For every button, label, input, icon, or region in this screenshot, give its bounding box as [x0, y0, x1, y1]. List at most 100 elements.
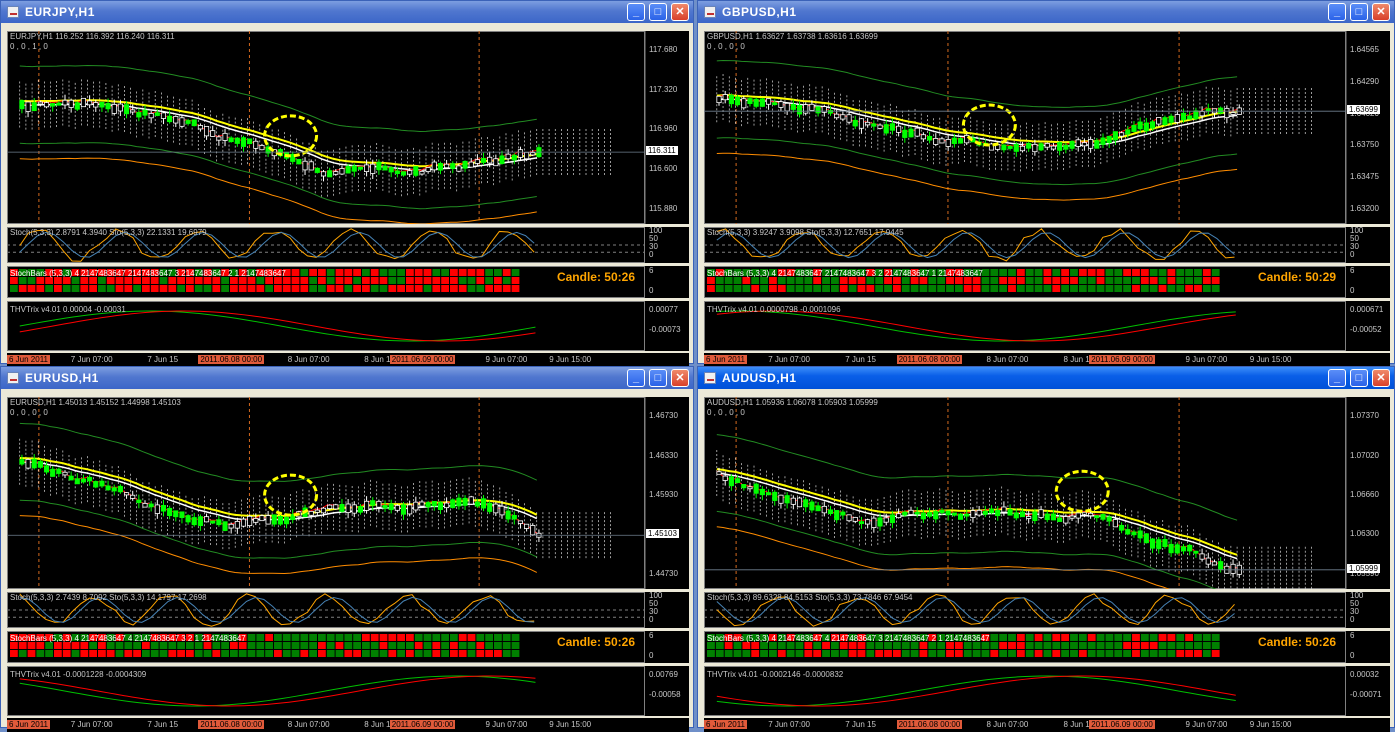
maximize-button[interactable]: □: [649, 369, 667, 387]
current-price-tag: 116.311: [646, 146, 678, 156]
window-titlebar[interactable]: AUDUSD,H1 _ □ ✕: [698, 367, 1394, 389]
stochbars-label: StochBars (5,3,3) 4 2147483647 4 2147483…: [707, 634, 990, 643]
minimize-button[interactable]: _: [627, 369, 645, 387]
window-title: AUDUSD,H1: [722, 371, 797, 385]
price-axis-tick: 1.45930: [649, 489, 678, 499]
stochastic-panel[interactable]: Stoch(5,3,3) 3.9247 3.9098 Sto(5,3,3) 12…: [704, 227, 1390, 263]
price-chart[interactable]: EURJPY,H1 116.252 116.392 116.240 116.31…: [7, 31, 689, 224]
time-axis-label: 6 Jun 2011: [704, 355, 747, 364]
time-axis: 6 Jun 2011 7 Jun 07:00 7 Jun 15 2011.06.08 …: [704, 353, 1390, 367]
stochastic-label: Stoch(5,3,3) 89.6328 84.5153 Sto(5,3,3) …: [707, 593, 913, 602]
price-chart[interactable]: AUDUSD,H1 1.05936 1.06078 1.05903 1.0599…: [704, 397, 1390, 589]
stochastic-axis-tick: 0: [1350, 250, 1355, 259]
chart-window-eurjpy[interactable]: EURJPY,H1 _ □ ✕ EURJPY,H1 116.252 116.392 11…: [0, 0, 694, 367]
time-axis-label: 8 Jun 07:00: [287, 355, 330, 364]
stochastic-label: Stoch(5,3,3) 3.9247 3.9098 Sto(5,3,3) 12…: [707, 228, 904, 237]
chart-header: AUDUSD,H1 1.05936 1.06078 1.05903 1.0599…: [707, 398, 878, 407]
window-titlebar[interactable]: GBPUSD,H1 _ □ ✕: [698, 1, 1394, 23]
price-axis-tick: 1.63475: [1350, 171, 1379, 181]
trix-label: THVTrix v4.01 0.0000798 -0.0001096: [707, 305, 841, 314]
chart-window-audusd[interactable]: AUDUSD,H1 _ □ ✕ AUDUSD,H1 1.05936 1.06078 1.…: [697, 366, 1395, 732]
minimize-button[interactable]: _: [1328, 3, 1346, 21]
price-axis-tick: 1.64290: [1350, 76, 1379, 86]
window-title: EURJPY,H1: [25, 5, 95, 19]
chart-window-icon: [704, 6, 716, 18]
stochbars-label: StochBars (5,3,3) 4 2147483647 214748364…: [707, 269, 983, 278]
stochbars-panel[interactable]: StochBars (5,3,3) 4 2147483647 214748364…: [7, 266, 689, 298]
price-axis-tick: 1.07370: [1350, 411, 1379, 421]
chart-header: GBPUSD,H1 1.63627 1.63738 1.63616 1.6369…: [707, 32, 878, 41]
time-axis-label: 9 Jun 07:00: [485, 355, 528, 364]
time-axis-label: 9 Jun 15:00: [1249, 355, 1292, 364]
stochastic-panel[interactable]: Stoch(5,3,3) 2.7439 8.7092 Sto(5,3,3) 14…: [7, 592, 689, 628]
time-axis: 6 Jun 2011 7 Jun 07:00 7 Jun 15 2011.06.08 …: [7, 353, 689, 367]
time-axis: 6 Jun 2011 7 Jun 07:00 7 Jun 15 2011.06.08 …: [7, 718, 689, 732]
current-price-tag: 1.45103: [646, 529, 679, 539]
window-titlebar[interactable]: EURUSD,H1 _ □ ✕: [1, 367, 693, 389]
time-axis-label: 9 Jun 15:00: [549, 355, 592, 364]
price-chart[interactable]: GBPUSD,H1 1.63627 1.63738 1.63616 1.6369…: [704, 31, 1390, 224]
maximize-button[interactable]: □: [649, 3, 667, 21]
stochbars-label: StochBars (5,3,3) 4 2147483647 214748364…: [10, 269, 286, 278]
stochbars-axis-tick: 6: [1350, 631, 1355, 640]
current-price-tag: 1.63699: [1347, 105, 1380, 115]
stochbars-panel[interactable]: StochBars (5,3,3) 4 2147483647 4 2147483…: [704, 631, 1390, 663]
time-axis-label: 2011.06.08 00:00: [198, 355, 265, 364]
price-axis-tick: 1.63200: [1350, 203, 1379, 213]
trix-label: THVTrix v4.01 -0.0002146 -0.0000832: [707, 670, 844, 679]
stochbars-panel[interactable]: StochBars (5,3,3) 4 2147483647 4 2147483…: [7, 631, 689, 663]
stochbars-axis-tick: 0: [649, 286, 654, 295]
trix-panel[interactable]: THVTrix v4.01 0.0000798 -0.0001096 0.0006…: [704, 301, 1390, 351]
trix-axis-tick: 0.00032: [1350, 670, 1379, 679]
close-button[interactable]: ✕: [1372, 3, 1390, 21]
time-axis-label: 2011.06.09 00:00: [389, 355, 456, 364]
current-price-tag: 1.05999: [1347, 563, 1380, 573]
trix-panel[interactable]: THVTrix v4.01 0.00004 -0.00031 0.00077 -0.…: [7, 301, 689, 351]
price-axis-tick: 1.63750: [1350, 140, 1379, 150]
chart-window-eurusd[interactable]: EURUSD,H1 _ □ ✕ EURUSD,H1 1.45013 1.45152 1.…: [0, 366, 694, 732]
trix-label: THVTrix v4.01 -0.0001228 -0.0004309: [10, 670, 147, 679]
window-title: GBPUSD,H1: [722, 5, 797, 19]
stochastic-label: Stoch(5,3,3) 2.8791 4.3940 Sto(5,3,3) 22…: [10, 228, 207, 237]
candle-timer: Candle: 50:29: [1257, 270, 1336, 284]
time-axis-label: 6 Jun 2011: [7, 355, 50, 364]
minimize-button[interactable]: _: [1328, 369, 1346, 387]
trix-panel[interactable]: THVTrix v4.01 -0.0002146 -0.0000832 0.000…: [704, 666, 1390, 716]
trix-axis-tick: -0.00073: [649, 325, 681, 334]
time-axis-label: 7 Jun 15: [845, 355, 876, 364]
window-titlebar[interactable]: EURJPY,H1 _ □ ✕: [1, 1, 693, 23]
minimize-button[interactable]: _: [627, 3, 645, 21]
maximize-button[interactable]: □: [1350, 3, 1368, 21]
price-axis-tick: 1.46730: [649, 411, 678, 421]
trix-panel[interactable]: THVTrix v4.01 -0.0001228 -0.0004309 0.007…: [7, 666, 689, 716]
stochbars-axis-tick: 0: [649, 651, 654, 660]
chart-window-icon: [704, 372, 716, 384]
time-axis-label: 8 Jun 07:00: [986, 355, 1029, 364]
stochastic-axis-tick: 0: [649, 250, 654, 259]
chart-subheader: 0 , 0 , 0 , 0: [707, 408, 745, 417]
chart-header: EURUSD,H1 1.45013 1.45152 1.44998 1.4510…: [10, 398, 181, 407]
price-axis-tick: 115.880: [649, 203, 678, 213]
chart-window-gbpusd[interactable]: GBPUSD,H1 _ □ ✕ GBPUSD,H1 1.63627 1.63738 1.…: [697, 0, 1395, 367]
trix-axis-tick: -0.00052: [1350, 325, 1382, 334]
price-axis-tick: 117.320: [649, 84, 678, 94]
time-axis-label: 7 Jun 15: [147, 355, 179, 364]
time-axis: 6 Jun 2011 7 Jun 07:00 7 Jun 15 2011.06.08 …: [704, 718, 1390, 732]
close-button[interactable]: ✕: [671, 369, 689, 387]
close-button[interactable]: ✕: [1372, 369, 1390, 387]
trix-axis-tick: -0.00071: [1350, 690, 1382, 699]
stochastic-label: Stoch(5,3,3) 2.7439 8.7092 Sto(5,3,3) 14…: [10, 593, 207, 602]
chart-subheader: 0 , 0 , 0 , 0: [707, 42, 745, 51]
close-button[interactable]: ✕: [671, 3, 689, 21]
stochastic-panel[interactable]: Stoch(5,3,3) 2.8791 4.3940 Sto(5,3,3) 22…: [7, 227, 689, 263]
stochastic-axis-tick: 0: [649, 615, 654, 624]
stochastic-axis-tick: 0: [1350, 615, 1355, 624]
maximize-button[interactable]: □: [1350, 369, 1368, 387]
window-title: EURUSD,H1: [25, 371, 99, 385]
stochbars-panel[interactable]: StochBars (5,3,3) 4 2147483647 214748364…: [704, 266, 1390, 298]
price-axis-tick: 1.46330: [649, 450, 678, 460]
chart-subheader: 0 , 0 , 0 , 0: [10, 408, 48, 417]
price-chart[interactable]: EURUSD,H1 1.45013 1.45152 1.44998 1.4510…: [7, 397, 689, 589]
stochastic-panel[interactable]: Stoch(5,3,3) 89.6328 84.5153 Sto(5,3,3) …: [704, 592, 1390, 628]
candle-timer: Candle: 50:26: [556, 635, 635, 649]
